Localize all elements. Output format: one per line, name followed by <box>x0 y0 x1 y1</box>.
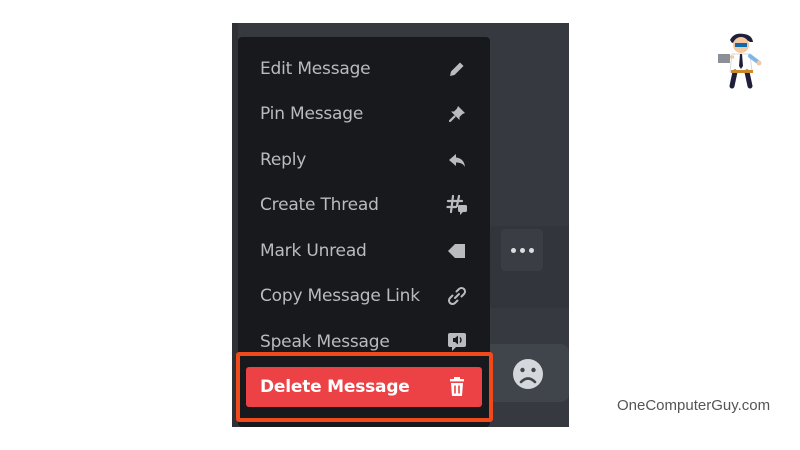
speak-icon <box>446 331 468 353</box>
one-computer-guy-logo <box>718 33 762 89</box>
trash-icon <box>446 376 468 398</box>
more-options-icon <box>510 247 516 253</box>
message-context-menu: Edit Message Pin Message Reply Create Th… <box>238 37 490 427</box>
thread-icon <box>446 194 468 216</box>
emoji-button[interactable] <box>511 357 545 391</box>
menu-item-mark-unread[interactable]: Mark Unread <box>246 231 482 271</box>
pin-icon <box>446 103 468 125</box>
menu-item-label: Speak Message <box>260 332 390 352</box>
menu-item-label: Copy Message Link <box>260 286 420 306</box>
menu-item-create-thread[interactable]: Create Thread <box>246 185 482 225</box>
reply-arrow-icon <box>446 149 468 171</box>
watermark-text: OneComputerGuy.com <box>617 397 771 414</box>
menu-item-speak-message[interactable]: Speak Message <box>246 322 482 362</box>
menu-item-label: Delete Message <box>260 377 410 397</box>
more-options-dot <box>528 247 534 253</box>
menu-item-edit-message[interactable]: Edit Message <box>246 49 482 89</box>
menu-item-label: Edit Message <box>260 59 371 79</box>
more-options-dot <box>519 247 525 253</box>
menu-item-reply[interactable]: Reply <box>246 140 482 180</box>
menu-item-copy-message-link[interactable]: Copy Message Link <box>246 276 482 316</box>
menu-item-delete-message[interactable]: Delete Message <box>246 367 482 407</box>
menu-item-label: Create Thread <box>260 195 379 215</box>
emoji-face-icon <box>513 359 543 389</box>
menu-item-pin-message[interactable]: Pin Message <box>246 94 482 134</box>
more-options-button[interactable] <box>501 229 543 271</box>
menu-item-label: Reply <box>260 150 307 170</box>
menu-item-label: Pin Message <box>260 104 364 124</box>
mark-unread-icon <box>446 240 468 262</box>
menu-item-label: Mark Unread <box>260 241 367 261</box>
link-icon <box>446 285 468 307</box>
pencil-icon <box>446 58 468 80</box>
